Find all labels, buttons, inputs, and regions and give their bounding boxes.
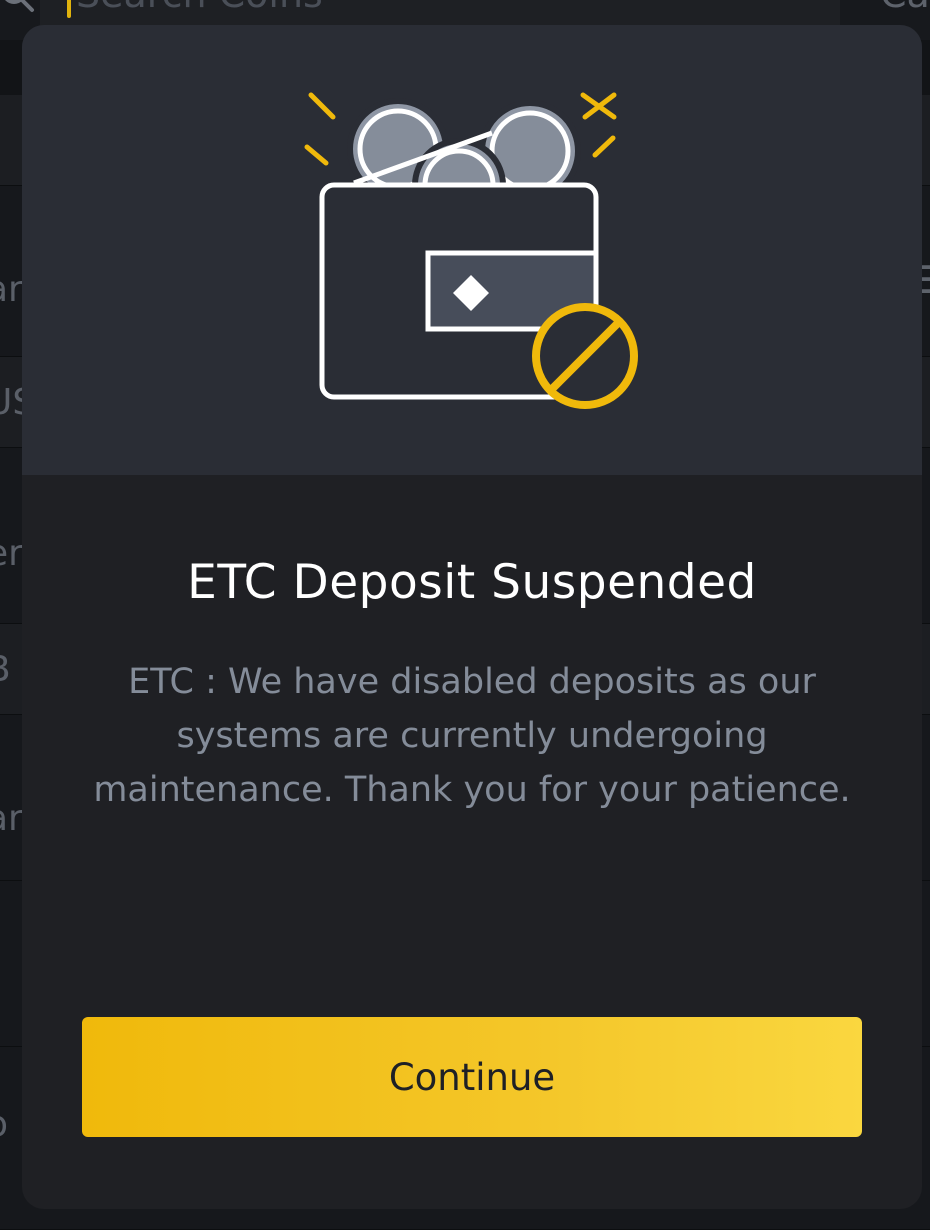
list-item-label: B <box>0 652 11 688</box>
list-item-label: er <box>0 533 23 574</box>
deposit-suspended-dialog: ETC Deposit Suspended ETC : We have disa… <box>22 25 922 1209</box>
continue-button[interactable]: Continue <box>82 1017 862 1137</box>
text-cursor <box>67 0 71 18</box>
cancel-link[interactable]: Ca <box>880 0 930 16</box>
dialog-message: ETC : We have disabled deposits as our s… <box>93 662 851 810</box>
wallet-disabled-icon <box>304 92 638 409</box>
list-item-label: ar <box>0 269 23 310</box>
list-item-label: ar <box>0 798 23 839</box>
search-placeholder: Search Coins <box>76 0 323 16</box>
dialog-title: ETC Deposit Suspended <box>187 555 757 610</box>
search-icon <box>5 0 34 12</box>
list-item-label: o <box>0 1107 8 1143</box>
dialog-hero <box>22 25 922 475</box>
